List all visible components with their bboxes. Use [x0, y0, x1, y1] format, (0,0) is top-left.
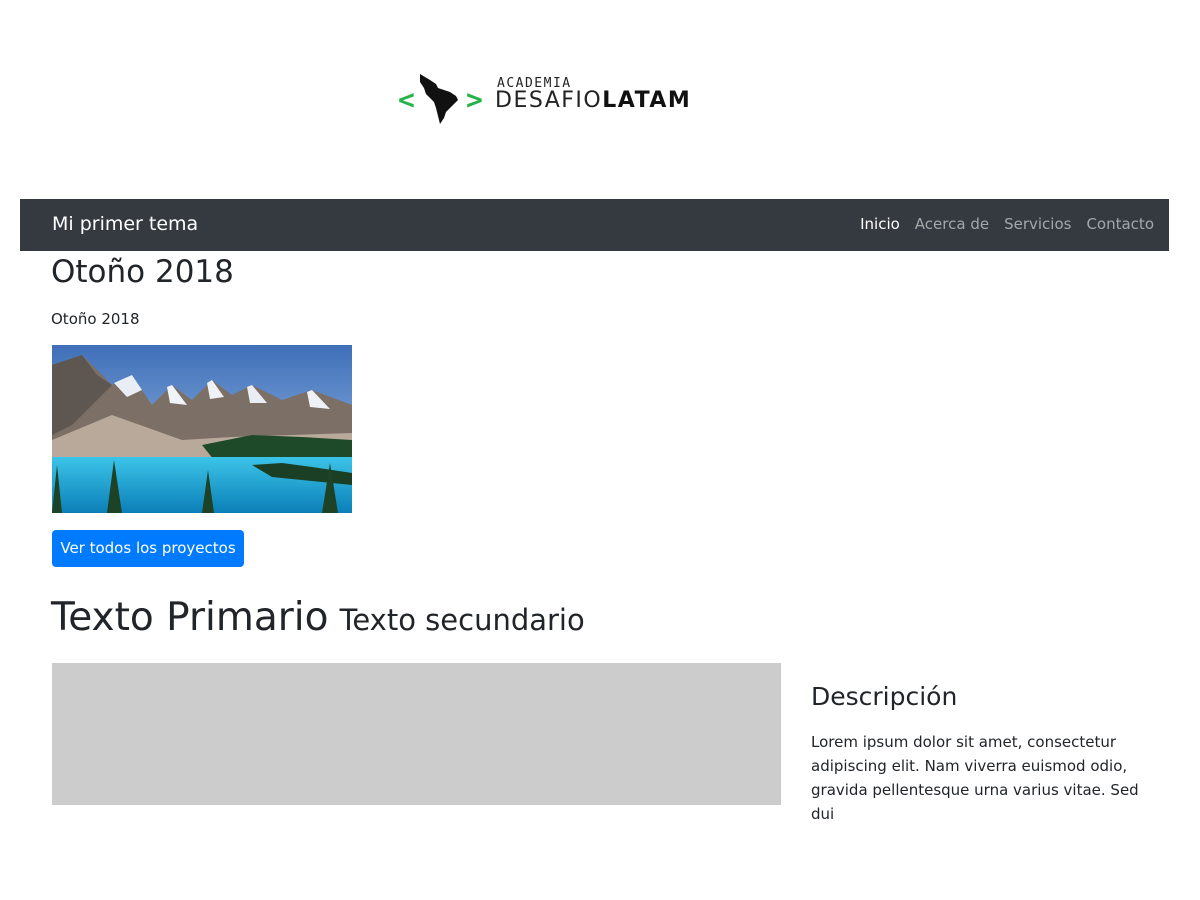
season-subtitle: Otoño 2018: [51, 310, 140, 328]
primary-text: Texto Primario: [51, 595, 329, 640]
season-title: Otoño 2018: [51, 254, 234, 290]
navbar-brand[interactable]: Mi primer tema: [52, 212, 198, 236]
logo-latam-text: LATAM: [602, 88, 692, 113]
desafio-latam-logo: < > ACADEMIA DESAFIOLATAM: [398, 72, 743, 126]
navbar-links: Inicio Acerca de Servicios Contacto: [860, 214, 1154, 234]
nav-link-contacto[interactable]: Contacto: [1086, 214, 1154, 234]
mountain-lake-photo: [52, 345, 352, 513]
logo-left-bracket: <: [398, 83, 415, 116]
secondary-text: Texto secundario: [339, 603, 585, 637]
description-text: Lorem ipsum dolor sit amet, consectetur …: [811, 733, 1139, 823]
nav-link-inicio[interactable]: Inicio: [860, 214, 900, 234]
logo-desafio-text: DESAFIO: [495, 88, 603, 113]
description-title: Descripción: [811, 682, 958, 711]
primary-secondary-heading: Texto Primario Texto secundario: [51, 594, 585, 644]
media-placeholder: [52, 663, 781, 805]
view-all-projects-button[interactable]: Ver todos los proyectos: [52, 530, 244, 567]
nav-link-acerca-de[interactable]: Acerca de: [915, 214, 989, 234]
latin-america-map-icon: [420, 74, 458, 124]
navbar: Mi primer tema Inicio Acerca de Servicio…: [20, 199, 1169, 251]
logo-right-bracket: >: [466, 83, 483, 116]
nav-link-servicios[interactable]: Servicios: [1004, 214, 1071, 234]
logo-desafio-latam-text: DESAFIOLATAM: [495, 89, 691, 113]
